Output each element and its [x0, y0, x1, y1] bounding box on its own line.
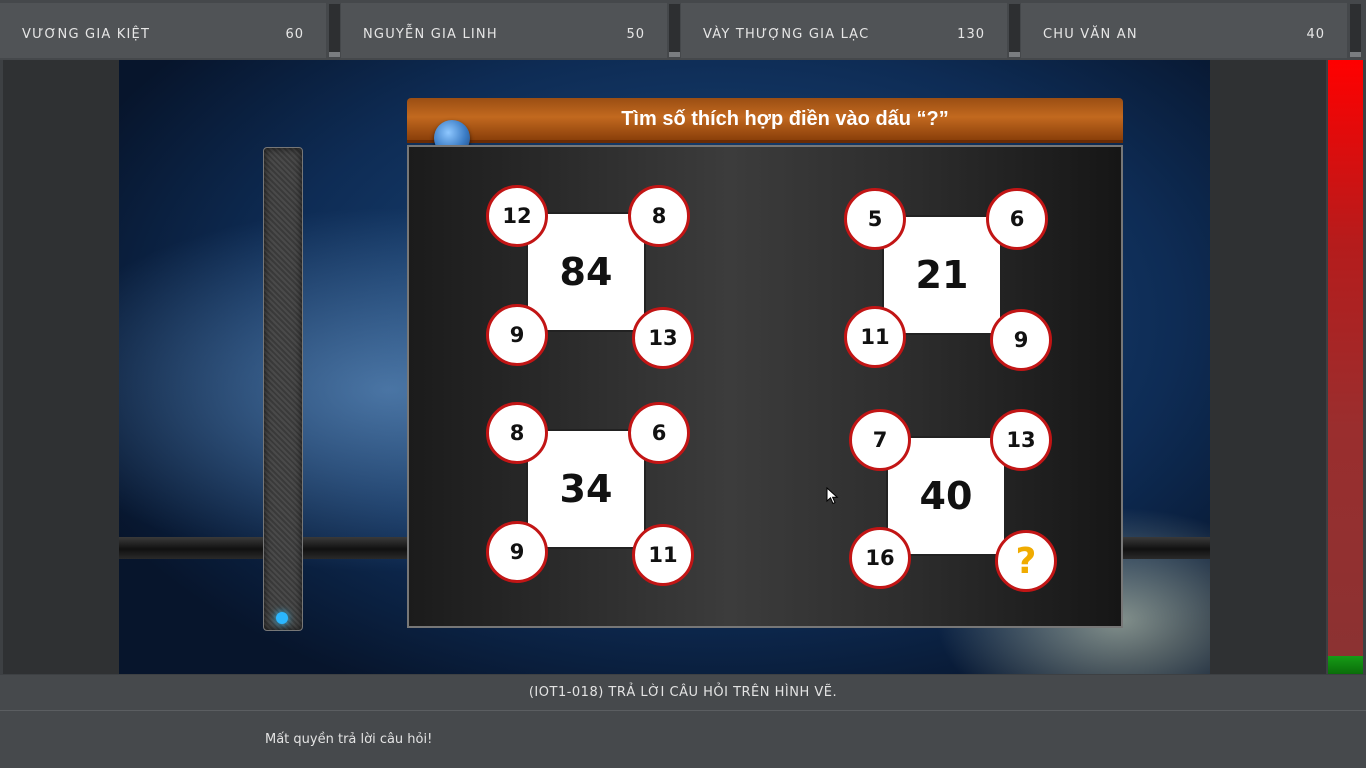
- puzzle-3-bottom-left: 9: [486, 521, 548, 583]
- decorative-pillar: [263, 147, 303, 631]
- question-image: Tìm số thích hợp điền vào dấu “?” 84 12 …: [119, 60, 1210, 674]
- puzzle-4-top-left: 7: [849, 409, 911, 471]
- player-card-1: VƯƠNG GIA KIỆT 60: [0, 3, 326, 58]
- question-stage: Tìm số thích hợp điền vào dấu “?” 84 12 …: [3, 60, 1326, 674]
- player-score: 130: [957, 27, 985, 42]
- player-name: NGUYỄN GIA LINH: [363, 27, 498, 42]
- puzzle-2-bottom-right: 9: [990, 309, 1052, 371]
- player-score: 60: [285, 27, 304, 42]
- player-name: VƯƠNG GIA KIỆT: [22, 27, 151, 42]
- player-card-3: VÀY THƯỢNG GIA LẠC 130: [681, 3, 1007, 58]
- puzzle-2-top-right: 6: [986, 188, 1048, 250]
- puzzle-3-bottom-right: 11: [632, 524, 694, 586]
- question-header: (IOT1-018) TRẢ LỜI CÂU HỎI TRÊN HÌNH VẼ.: [0, 675, 1366, 711]
- puzzle-1-bottom-left: 9: [486, 304, 548, 366]
- countdown-timer-bar: [1328, 60, 1363, 674]
- puzzle-4-bottom-right-unknown: ?: [995, 530, 1057, 592]
- puzzle-1-bottom-right: 13: [632, 307, 694, 369]
- puzzle-2-top-left: 5: [844, 188, 906, 250]
- question-code-text: (IOT1-018) TRẢ LỜI CÂU HỎI TRÊN HÌNH VẼ.: [528, 685, 838, 700]
- blue-indicator-light: [276, 612, 288, 624]
- player-indicator-2: [669, 4, 680, 57]
- status-row: Mất quyền trả lời câu hỏi!: [0, 711, 1366, 768]
- player-indicator-3: [1009, 4, 1020, 57]
- player-score: 40: [1306, 27, 1325, 42]
- puzzle-3-top-left: 8: [486, 402, 548, 464]
- puzzle-1-top-left: 12: [486, 185, 548, 247]
- status-message: Mất quyền trả lời câu hỏi!: [265, 732, 433, 747]
- player-card-4: CHU VĂN AN 40: [1021, 3, 1347, 58]
- puzzle-1-top-right: 8: [628, 185, 690, 247]
- question-title-bar: Tìm số thích hợp điền vào dấu “?”: [407, 98, 1123, 143]
- player-indicator-4: [1350, 4, 1361, 57]
- puzzle-2-bottom-left: 11: [844, 306, 906, 368]
- puzzle-4-top-right: 13: [990, 409, 1052, 471]
- puzzle-board: 84 12 8 9 13 21 5 6 11 9 34 8 6 9 11 40 …: [407, 145, 1123, 628]
- player-name: VÀY THƯỢNG GIA LẠC: [703, 27, 870, 42]
- scoreboard: VƯƠNG GIA KIỆT 60 NGUYỄN GIA LINH 50 VÀY…: [0, 0, 1366, 60]
- timer-remaining-fill: [1328, 656, 1363, 674]
- player-name: CHU VĂN AN: [1043, 27, 1138, 42]
- puzzle-3-top-right: 6: [628, 402, 690, 464]
- player-card-2: NGUYỄN GIA LINH 50: [341, 3, 667, 58]
- puzzle-4-bottom-left: 16: [849, 527, 911, 589]
- question-title: Tìm số thích hợp điền vào dấu “?”: [621, 108, 949, 130]
- mouse-pointer-icon: [826, 487, 839, 505]
- player-indicator-1: [329, 4, 340, 57]
- player-score: 50: [626, 27, 645, 42]
